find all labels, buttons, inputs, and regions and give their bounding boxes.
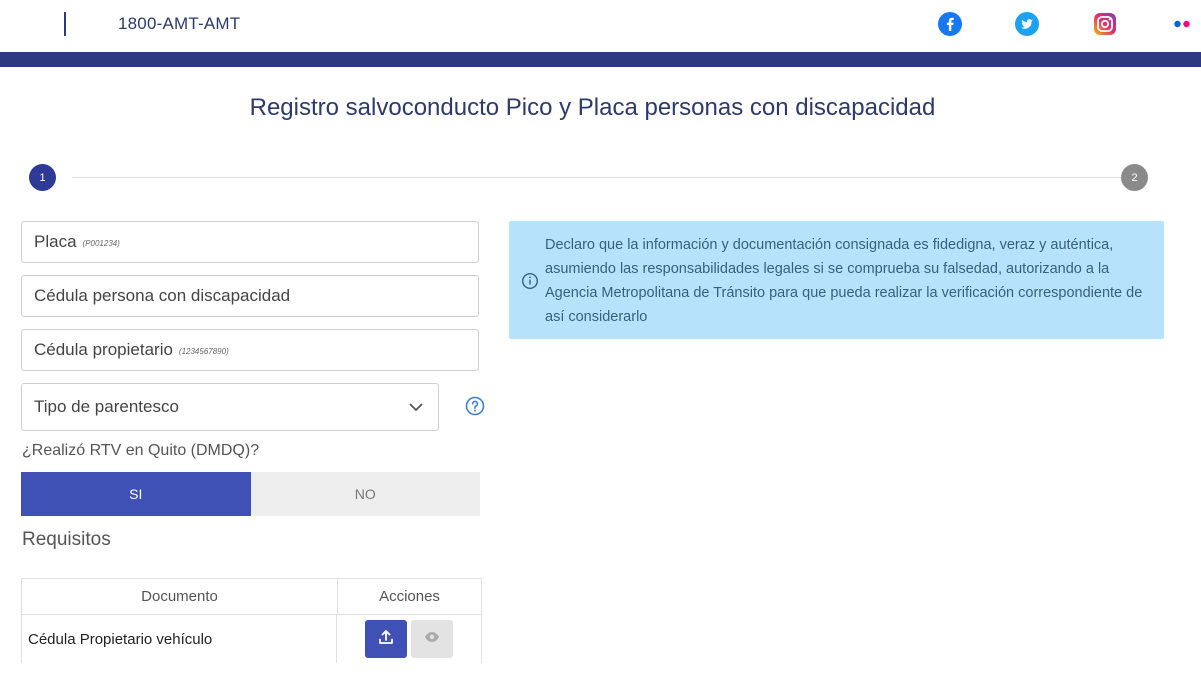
column-document: Documento [22,579,338,614]
step-1[interactable]: 1 [29,164,56,191]
table-row: Cédula Propietario vehículo [22,615,481,663]
view-button[interactable] [411,620,453,658]
rtv-yes-button[interactable]: SI [21,472,251,516]
instagram-icon[interactable] [1092,11,1118,37]
rtv-no-button[interactable]: NO [250,472,480,516]
help-icon[interactable] [465,396,485,416]
row-actions [337,615,481,663]
cedula-discapacidad-input[interactable]: Cédula persona con discapacidad [21,275,479,317]
cedula-propietario-hint: (1234567890) [178,347,229,356]
info-icon [521,272,539,290]
document-name: Cédula Propietario vehículo [22,615,337,663]
parentesco-label: Tipo de parentesco [34,397,179,416]
rtv-toggle: SI NO [21,472,480,516]
upload-icon [377,628,395,651]
placa-label: Placa [34,232,77,251]
page-title: Registro salvoconducto Pico y Placa pers… [249,94,936,121]
cedula-propietario-input[interactable]: Cédula propietario (1234567890) [21,329,479,371]
header-divider [64,12,66,36]
cedula-discapacidad-label: Cédula persona con discapacidad [34,286,291,305]
upload-button[interactable] [365,620,407,658]
parentesco-select[interactable]: Tipo de parentesco [21,383,439,431]
requirements-title: Requisitos [22,529,111,550]
eye-icon [424,630,440,648]
declaration-notice: Declaro que la información y documentaci… [509,221,1164,339]
facebook-icon[interactable] [937,11,963,37]
navigation-band [0,52,1201,67]
placa-input[interactable]: Placa (P001234) [21,221,479,263]
placa-hint: (P001234) [82,239,120,248]
rtv-question: ¿Realizó RTV en Quito (DMDQ)? [22,442,260,459]
top-bar: 1800-AMT-AMT [0,0,1201,52]
stepper-line [72,177,1122,178]
table-header: Documento Acciones [22,579,481,615]
step-2[interactable]: 2 [1121,164,1148,191]
flickr-icon[interactable] [1169,11,1195,37]
declaration-text: Declaro que la información y documentaci… [545,237,1143,325]
column-actions: Acciones [379,588,440,605]
phone-number[interactable]: 1800-AMT-AMT [118,14,240,34]
cedula-propietario-label: Cédula propietario [34,340,173,359]
twitter-icon[interactable] [1014,11,1040,37]
requirements-table: Documento Acciones Cédula Propietario ve… [21,578,482,663]
chevron-down-icon [408,397,424,417]
